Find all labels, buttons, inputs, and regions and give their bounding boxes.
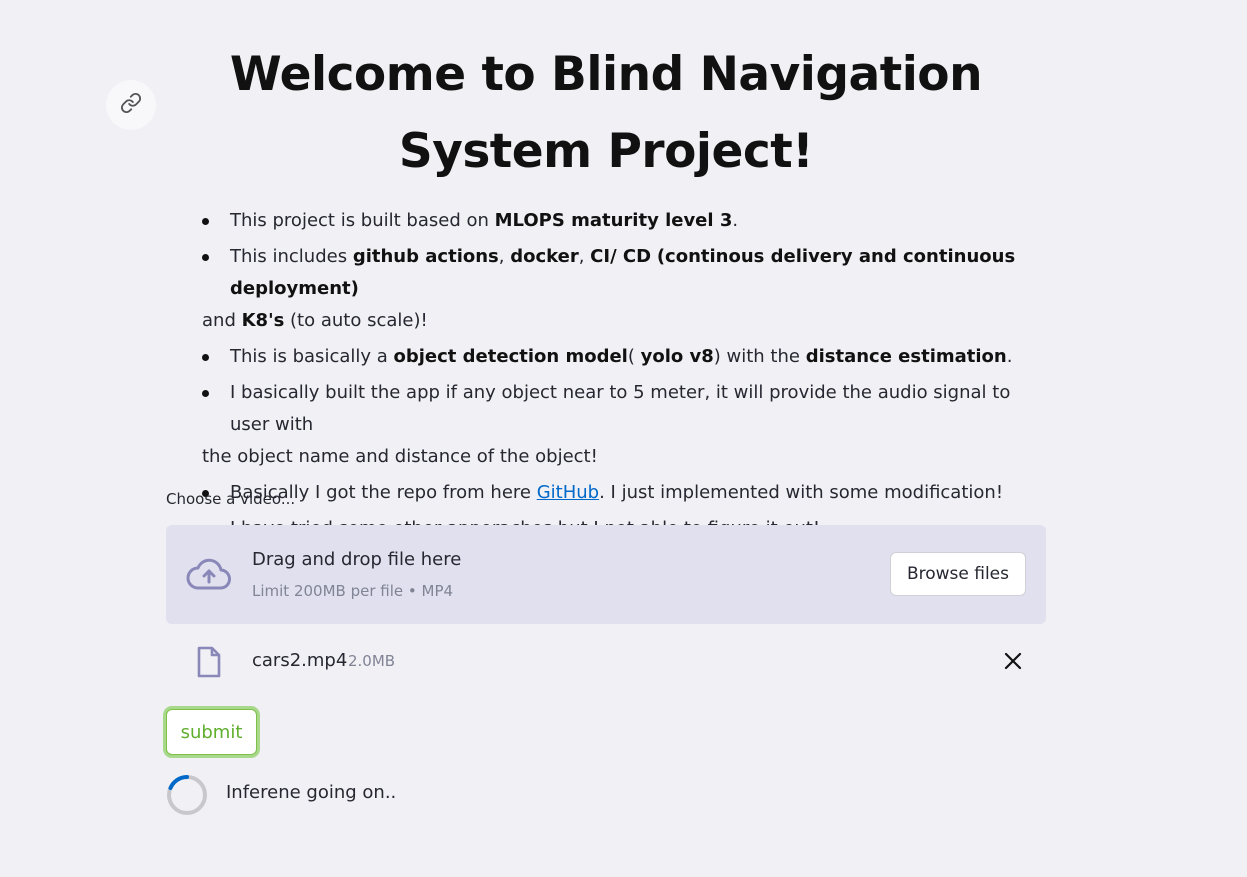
- file-size: 2.0MB: [348, 652, 396, 670]
- title-line-1: Welcome to Blind Navigation: [229, 47, 983, 102]
- file-name: cars2.mp4: [252, 650, 348, 671]
- title-line-2: System Project!: [398, 124, 814, 179]
- close-icon[interactable]: [1002, 650, 1024, 676]
- uploader-label: Choose a video...: [166, 490, 296, 508]
- list-item: This project is built based on MLOPS mat…: [202, 205, 1042, 237]
- browse-files-button[interactable]: Browse files: [889, 552, 1026, 596]
- uploaded-file-row: cars2.mp4 2.0MB: [166, 640, 1046, 684]
- cloud-upload-icon: [186, 557, 232, 595]
- file-dropzone[interactable]: Drag and drop file here Limit 200MB per …: [166, 525, 1046, 624]
- description-list: This project is built based on MLOPS mat…: [202, 205, 1042, 549]
- link-icon: [120, 92, 142, 118]
- list-item: Basically I got the repo from here GitHu…: [202, 477, 1042, 509]
- file-icon: [196, 646, 222, 682]
- submit-button[interactable]: submit: [166, 709, 257, 755]
- page-title: Welcome to Blind Navigation System Proje…: [166, 36, 1046, 190]
- status-text: Inferene going on..: [226, 782, 397, 803]
- spinner-icon: [166, 774, 208, 820]
- dropzone-title: Drag and drop file here: [252, 549, 462, 570]
- github-link[interactable]: GitHub: [537, 482, 599, 503]
- dropzone-limit-text: Limit 200MB per file • MP4: [252, 582, 454, 600]
- anchor-link-button[interactable]: [106, 80, 156, 130]
- list-item: I basically built the app if any object …: [202, 377, 1042, 473]
- list-item: This includes github actions, docker, CI…: [202, 241, 1042, 337]
- list-item: This is basically a object detection mod…: [202, 341, 1042, 373]
